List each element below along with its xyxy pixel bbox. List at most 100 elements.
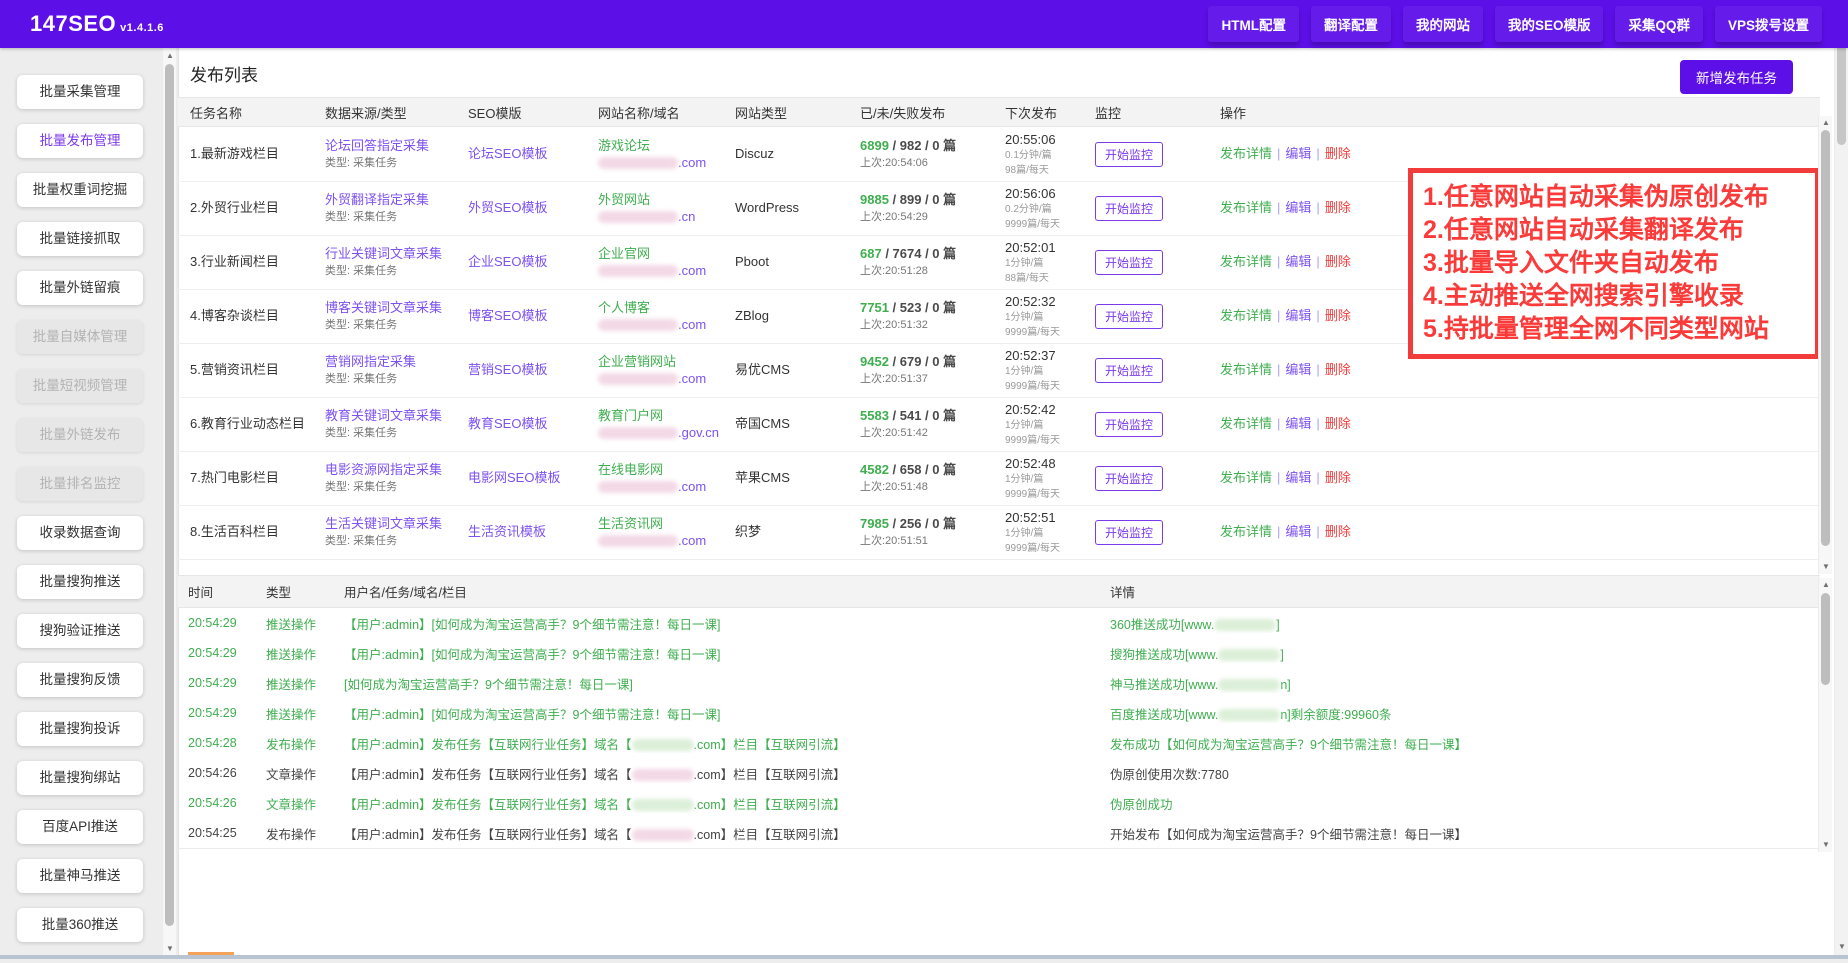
start-monitor-button[interactable]: 开始监控 [1095, 520, 1163, 545]
start-monitor-button[interactable]: 开始监控 [1095, 412, 1163, 437]
tasks-col-header: 网站类型 [735, 103, 860, 122]
sidebar-item-18[interactable]: 批量360推送 [17, 908, 143, 942]
site-domain[interactable]: .gov.cn [598, 425, 735, 441]
task-source-link[interactable]: 外贸翻译指定采集 [325, 192, 468, 208]
delete-link[interactable]: 删除 [1325, 308, 1351, 323]
edit-link[interactable]: 编辑 [1285, 308, 1311, 323]
publish-detail-link[interactable]: 发布详情 [1220, 308, 1272, 323]
start-monitor-button[interactable]: 开始监控 [1095, 466, 1163, 491]
task-source-link[interactable]: 生活关键词文章采集 [325, 516, 468, 532]
task-source-link[interactable]: 博客关键词文章采集 [325, 300, 468, 316]
sidebar-item-17[interactable]: 批量神马推送 [17, 859, 143, 893]
task-template-link[interactable]: 企业SEO模板 [468, 254, 547, 269]
site-domain[interactable]: .cn [598, 209, 735, 225]
task-source-link[interactable]: 电影资源网指定采集 [325, 462, 468, 478]
start-monitor-button[interactable]: 开始监控 [1095, 358, 1163, 383]
edit-link[interactable]: 编辑 [1285, 254, 1311, 269]
delete-link[interactable]: 删除 [1325, 146, 1351, 161]
add-publish-task-button[interactable]: 新增发布任务 [1680, 60, 1793, 94]
monitor-cell: 开始监控 [1095, 304, 1220, 329]
log-scrollbar[interactable]: ▲ ▼ [1818, 578, 1832, 852]
delete-link[interactable]: 删除 [1325, 524, 1351, 539]
site-domain[interactable]: .com [598, 479, 735, 495]
nav-item-3[interactable]: 我的网站 [1403, 6, 1483, 42]
nav-item-4[interactable]: 我的SEO模版 [1495, 6, 1604, 42]
site-domain[interactable]: .com [598, 155, 735, 171]
task-template-link[interactable]: 电影网SEO模板 [468, 470, 560, 485]
next-publish-cell: 20:55:060.1分钟/篇98篇/每天 [1005, 132, 1095, 177]
sidebar-item-11[interactable]: 批量搜狗推送 [17, 565, 143, 599]
task-source-link[interactable]: 营销网指定采集 [325, 354, 468, 370]
scroll-down-icon[interactable]: ▼ [1819, 839, 1833, 851]
page-scrollbar[interactable]: ▲ ▼ [1834, 0, 1848, 955]
edit-link[interactable]: 编辑 [1285, 200, 1311, 215]
separator: | [1277, 470, 1280, 485]
task-template-link[interactable]: 教育SEO模板 [468, 416, 547, 431]
site-domain[interactable]: .com [598, 263, 735, 279]
delete-link[interactable]: 删除 [1325, 362, 1351, 377]
task-source-link[interactable]: 行业关键词文章采集 [325, 246, 468, 262]
separator: | [1316, 200, 1319, 215]
sidebar-item-5[interactable]: 批量外链留痕 [17, 271, 143, 305]
scroll-down-icon[interactable]: ▼ [163, 943, 177, 955]
task-source-link[interactable]: 论坛回答指定采集 [325, 138, 468, 154]
sidebar-item-2[interactable]: 批量发布管理 [17, 124, 143, 158]
log-scrollbar-thumb[interactable] [1821, 593, 1830, 685]
task-template-link[interactable]: 生活资讯模板 [468, 524, 546, 539]
sidebar-item-14[interactable]: 批量搜狗投诉 [17, 712, 143, 746]
separator: | [1277, 362, 1280, 377]
sidebar-item-16[interactable]: 百度API推送 [17, 810, 143, 844]
sidebar-item-15[interactable]: 批量搜狗绑站 [17, 761, 143, 795]
sidebar-scrollbar[interactable]: ▲ ▼ [162, 48, 176, 957]
site-domain[interactable]: .com [598, 371, 735, 387]
edit-link[interactable]: 编辑 [1285, 416, 1311, 431]
sidebar-item-10[interactable]: 收录数据查询 [17, 516, 143, 550]
tasks-scrollbar[interactable]: ▲ ▼ [1818, 116, 1832, 574]
edit-link[interactable]: 编辑 [1285, 362, 1311, 377]
site-domain[interactable]: .com [598, 317, 735, 333]
nav-item-5[interactable]: 采集QQ群 [1615, 6, 1703, 42]
log-detail: 神马推送成功[www.n] [1110, 674, 1820, 693]
scroll-down-icon[interactable]: ▼ [1835, 941, 1848, 953]
delete-link[interactable]: 删除 [1325, 254, 1351, 269]
publish-detail-link[interactable]: 发布详情 [1220, 362, 1272, 377]
edit-link[interactable]: 编辑 [1285, 470, 1311, 485]
sidebar-item-12[interactable]: 搜狗验证推送 [17, 614, 143, 648]
scroll-down-icon[interactable]: ▼ [1819, 561, 1833, 573]
start-monitor-button[interactable]: 开始监控 [1095, 250, 1163, 275]
sidebar-item-13[interactable]: 批量搜狗反馈 [17, 663, 143, 697]
publish-detail-link[interactable]: 发布详情 [1220, 416, 1272, 431]
delete-link[interactable]: 删除 [1325, 416, 1351, 431]
site-domain[interactable]: .com [598, 533, 735, 549]
edit-link[interactable]: 编辑 [1285, 146, 1311, 161]
scroll-up-icon[interactable]: ▲ [1819, 579, 1833, 591]
start-monitor-button[interactable]: 开始监控 [1095, 142, 1163, 167]
sidebar-item-1[interactable]: 批量采集管理 [17, 75, 143, 109]
task-template-link[interactable]: 营销SEO模板 [468, 362, 547, 377]
publish-detail-link[interactable]: 发布详情 [1220, 470, 1272, 485]
task-template-link[interactable]: 博客SEO模板 [468, 308, 547, 323]
task-source-link[interactable]: 教育关键词文章采集 [325, 408, 468, 424]
scroll-up-icon[interactable]: ▲ [1819, 117, 1833, 129]
start-monitor-button[interactable]: 开始监控 [1095, 304, 1163, 329]
delete-link[interactable]: 删除 [1325, 200, 1351, 215]
nav-item-6[interactable]: VPS拨号设置 [1715, 6, 1822, 42]
start-monitor-button[interactable]: 开始监控 [1095, 196, 1163, 221]
nav-item-2[interactable]: 翻译配置 [1311, 6, 1391, 42]
task-template-link[interactable]: 论坛SEO模板 [468, 146, 547, 161]
publish-detail-link[interactable]: 发布详情 [1220, 524, 1272, 539]
separator: | [1316, 308, 1319, 323]
task-template-link[interactable]: 外贸SEO模板 [468, 200, 547, 215]
edit-link[interactable]: 编辑 [1285, 524, 1311, 539]
delete-link[interactable]: 删除 [1325, 470, 1351, 485]
sidebar-scrollbar-thumb[interactable] [165, 64, 174, 926]
sidebar-item-4[interactable]: 批量链接抓取 [17, 222, 143, 256]
publish-detail-link[interactable]: 发布详情 [1220, 146, 1272, 161]
scroll-up-icon[interactable]: ▲ [163, 50, 177, 62]
sidebar-item-3[interactable]: 批量权重词挖掘 [17, 173, 143, 207]
log-time: 20:54:28 [188, 736, 266, 750]
nav-item-1[interactable]: HTML配置 [1208, 6, 1299, 42]
publish-detail-link[interactable]: 发布详情 [1220, 254, 1272, 269]
publish-detail-link[interactable]: 发布详情 [1220, 200, 1272, 215]
tasks-scrollbar-thumb[interactable] [1821, 130, 1830, 546]
